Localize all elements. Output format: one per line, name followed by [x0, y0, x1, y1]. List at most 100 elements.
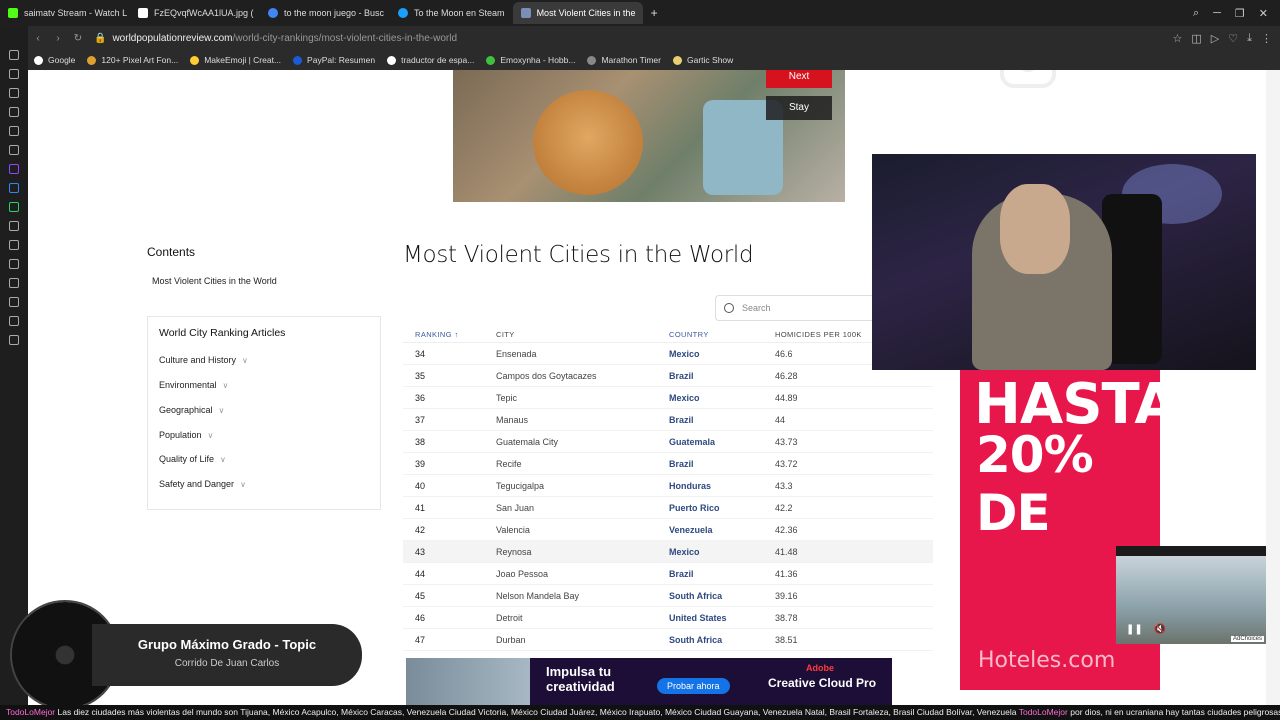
table-row[interactable]: 35 Campos dos Goytacazes Brazil 46.28	[403, 365, 933, 387]
bookmark-0[interactable]: Google	[34, 55, 75, 65]
sidebar-app-icon[interactable]	[9, 50, 19, 60]
bookmark-4[interactable]: traductor de espa...	[387, 55, 474, 65]
table-row[interactable]: 44 Joao Pessoa Brazil 41.36	[403, 563, 933, 585]
tab-2[interactable]: to the moon juego - Busc	[260, 2, 390, 24]
country-cell[interactable]: Mexico	[669, 393, 775, 403]
sidebar-app-icon[interactable]	[9, 278, 19, 288]
sidebar-app-icon[interactable]	[9, 88, 19, 98]
search-input[interactable]: Search	[715, 295, 885, 321]
country-cell[interactable]: Venezuela	[669, 525, 775, 535]
heart-icon[interactable]: ♡	[1228, 32, 1238, 45]
settings-icon[interactable]	[9, 335, 19, 345]
contents-link[interactable]: Most Violent Cities in the World	[152, 276, 277, 286]
rank-cell: 42	[415, 524, 426, 535]
forward-icon[interactable]: ›	[48, 33, 68, 44]
bookmark-icon[interactable]: ☆	[1173, 32, 1183, 45]
menu-icon[interactable]: ⋮	[1261, 32, 1272, 45]
article-category[interactable]: Geographical ∨	[159, 405, 224, 415]
stay-button[interactable]: Stay	[766, 96, 832, 120]
city-cell: Durban	[496, 634, 526, 645]
article-category[interactable]: Quality of Life ∨	[159, 454, 226, 464]
discord-icon[interactable]	[9, 259, 19, 269]
country-cell[interactable]: Brazil	[669, 569, 775, 579]
bookmark-7[interactable]: Gartic Show	[673, 55, 733, 65]
country-cell[interactable]: South Africa	[669, 591, 775, 601]
bookmark-2[interactable]: MakeEmoji | Creat...	[190, 55, 281, 65]
bookmark-3[interactable]: PayPal: Resumen	[293, 55, 375, 65]
city-cell: Manaus	[496, 414, 529, 425]
kick-icon	[8, 8, 18, 18]
mute-icon[interactable]: 🔇	[1154, 624, 1166, 635]
column-header-city[interactable]: CITY	[496, 330, 669, 339]
try-now-button[interactable]: Probar ahora	[657, 678, 730, 694]
bookmark-1[interactable]: 120+ Pixel Art Fon...	[87, 55, 178, 65]
address-bar[interactable]: worldpopulationreview.com/world-city-ran…	[112, 33, 457, 44]
whatsapp-icon[interactable]	[9, 202, 19, 212]
country-cell[interactable]: Honduras	[669, 481, 775, 491]
sidebar-app-icon[interactable]	[9, 107, 19, 117]
country-cell[interactable]: Brazil	[669, 459, 775, 469]
tab-4[interactable]: Most Violent Cities in the	[512, 2, 643, 24]
webcam-overlay	[872, 154, 1256, 370]
table-row[interactable]: 45 Nelson Mandela Bay South Africa 39.16	[403, 585, 933, 607]
tab-0[interactable]: saimatv Stream - Watch L	[0, 2, 130, 24]
video-player[interactable]: Next Stay	[453, 70, 845, 202]
tab-1[interactable]: FzEQvqfWcAA1lUA.jpg (	[130, 2, 260, 24]
table-row[interactable]: 36 Tepic Mexico 44.89	[403, 387, 933, 409]
table-row[interactable]: 43 Reynosa Mexico 41.48	[403, 541, 933, 563]
table-row[interactable]: 38 Guatemala City Guatemala 43.73	[403, 431, 933, 453]
country-cell[interactable]: United States	[669, 613, 775, 623]
new-tab-button[interactable]: +	[643, 6, 666, 20]
twitch-icon[interactable]	[9, 164, 19, 174]
leaf-icon	[486, 55, 496, 65]
country-cell[interactable]: Guatemala	[669, 437, 775, 447]
bookmark-6[interactable]: Marathon Timer	[587, 55, 661, 65]
article-category[interactable]: Environmental ∨	[159, 380, 228, 390]
adobe-banner-ad[interactable]: Impulsa tu creatividad Probar ahora Adob…	[406, 658, 892, 706]
back-icon[interactable]: ‹	[28, 33, 48, 44]
column-header-ranking[interactable]: RANKING ↑	[403, 330, 496, 339]
table-row[interactable]: 39 Recife Brazil 43.72	[403, 453, 933, 475]
pause-icon[interactable]: ❚❚	[1126, 624, 1143, 635]
next-button[interactable]: Next	[766, 70, 832, 88]
instagram-icon[interactable]	[9, 221, 19, 231]
adchoices-label[interactable]: AdChoices	[1230, 636, 1264, 642]
country-cell[interactable]: Brazil	[669, 415, 775, 425]
search-icon[interactable]: ⌕	[1193, 7, 1199, 20]
article-category[interactable]: Culture and History ∨	[159, 355, 248, 365]
country-cell[interactable]: Mexico	[669, 547, 775, 557]
table-row[interactable]: 34 Ensenada Mexico 46.6	[403, 343, 933, 365]
country-cell[interactable]: Brazil	[669, 371, 775, 381]
country-cell[interactable]: Puerto Rico	[669, 503, 775, 513]
x-icon[interactable]	[9, 240, 19, 250]
table-row[interactable]: 41 San Juan Puerto Rico 42.2	[403, 497, 933, 519]
minimize-icon[interactable]: ─	[1213, 7, 1221, 20]
mini-video-player[interactable]: ❚❚ 🔇 AdChoices	[1116, 546, 1266, 644]
play-icon[interactable]: ▷	[1211, 32, 1219, 45]
table-row[interactable]: 40 Tegucigalpa Honduras 43.3	[403, 475, 933, 497]
country-cell[interactable]: Mexico	[669, 349, 775, 359]
table-row[interactable]: 42 Valencia Venezuela 42.36	[403, 519, 933, 541]
rank-cell: 41	[415, 502, 426, 513]
article-category[interactable]: Safety and Danger ∨	[159, 479, 246, 489]
table-row[interactable]: 46 Detroit United States 38.78	[403, 607, 933, 629]
article-category[interactable]: Population ∨	[159, 430, 213, 440]
reload-icon[interactable]: ↻	[68, 33, 88, 44]
table-row[interactable]: 37 Manaus Brazil 44	[403, 409, 933, 431]
restore-icon[interactable]: ❐	[1235, 7, 1245, 20]
column-header-country[interactable]: COUNTRY	[669, 330, 775, 339]
messenger-icon[interactable]	[9, 183, 19, 193]
sidebar-app-icon[interactable]	[9, 145, 19, 155]
tab-3[interactable]: To the Moon en Steam	[390, 2, 513, 24]
page-scrollbar[interactable]	[1266, 70, 1280, 705]
sidebar-app-icon[interactable]	[9, 126, 19, 136]
country-cell[interactable]: South Africa	[669, 635, 775, 645]
sidebar-app-icon[interactable]	[9, 297, 19, 307]
extension-icon[interactable]: ◫	[1191, 32, 1201, 45]
sidebar-app-icon[interactable]	[9, 316, 19, 326]
close-icon[interactable]: ✕	[1259, 7, 1268, 20]
download-icon[interactable]: ⤓	[1247, 32, 1252, 45]
table-row[interactable]: 47 Durban South Africa 38.51	[403, 629, 933, 651]
bookmark-5[interactable]: Emoxynha - Hobb...	[486, 55, 575, 65]
sidebar-app-icon[interactable]	[9, 69, 19, 79]
